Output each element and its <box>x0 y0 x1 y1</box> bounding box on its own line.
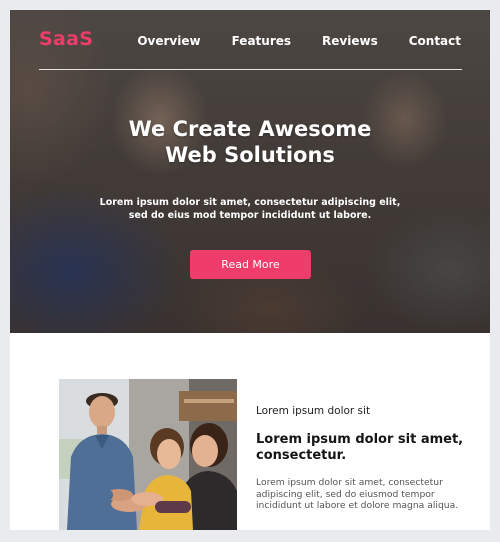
main-nav: Overview Features Reviews Contact <box>137 34 461 48</box>
hero-subtitle-line-1: Lorem ipsum dolor sit amet, consectetur … <box>99 197 401 208</box>
nav-divider <box>39 69 462 70</box>
hero-title: We Create Awesome Web Solutions <box>10 116 490 168</box>
feature-heading: Lorem ipsum dolor sit amet, consectetur. <box>256 432 464 463</box>
brand-logo[interactable]: SaaS <box>39 28 93 50</box>
nav-features-link[interactable]: Features <box>232 34 291 48</box>
landing-page: SaaS Overview Features Reviews Contact W… <box>10 10 490 530</box>
feature-text-block: Lorem ipsum dolor sit Lorem ipsum dolor … <box>256 405 470 512</box>
feature-eyebrow: Lorem ipsum dolor sit <box>256 405 371 417</box>
hero-title-line-2: Web Solutions <box>165 143 335 167</box>
hero-subtitle-line-2: sed do eius mod tempor incididunt ut lab… <box>128 210 372 221</box>
nav-overview-link[interactable]: Overview <box>137 34 200 48</box>
feature-body-text: Lorem ipsum dolor sit amet, consectetur … <box>256 477 459 511</box>
team-hands-photo <box>59 379 237 530</box>
nav-contact-link[interactable]: Contact <box>409 34 461 48</box>
hero-title-line-1: We Create Awesome <box>128 117 372 141</box>
nav-reviews-link[interactable]: Reviews <box>322 34 378 48</box>
read-more-button[interactable]: Read More <box>190 250 311 279</box>
hero-section: SaaS Overview Features Reviews Contact W… <box>10 10 490 333</box>
hero-subtitle: Lorem ipsum dolor sit amet, consectetur … <box>70 196 430 222</box>
